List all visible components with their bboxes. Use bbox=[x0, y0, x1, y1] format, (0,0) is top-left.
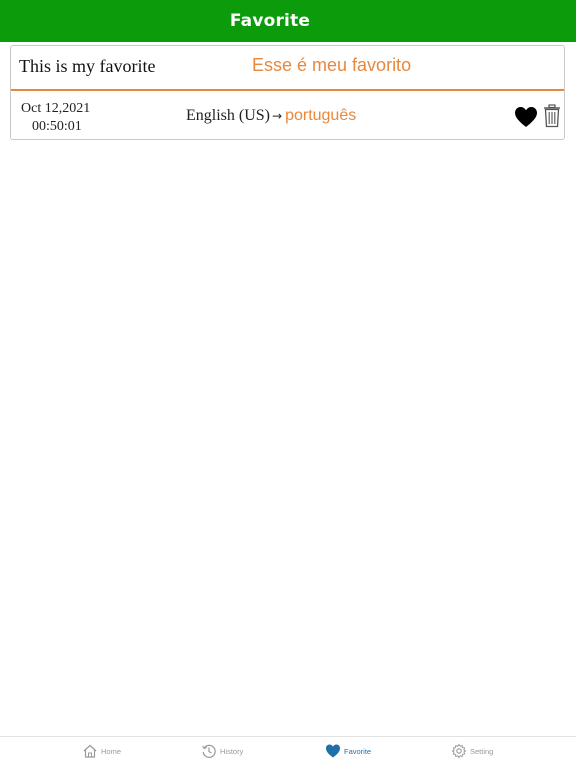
tab-label: Favorite bbox=[344, 746, 372, 756]
trash-icon bbox=[544, 104, 560, 128]
history-icon bbox=[202, 744, 216, 758]
favorite-card[interactable]: This is my favorite Esse é meu favorito … bbox=[10, 45, 565, 140]
translation-row: This is my favorite Esse é meu favorito bbox=[11, 46, 564, 91]
gear-icon bbox=[451, 743, 467, 759]
tab-label: Home bbox=[101, 746, 122, 756]
tab-history[interactable]: History bbox=[201, 743, 243, 759]
tab-label: Setting bbox=[470, 746, 494, 756]
favorite-time: 00:50:01 bbox=[32, 119, 82, 134]
source-language: English (US) bbox=[186, 107, 270, 124]
heart-icon bbox=[326, 744, 340, 758]
page-title: Favorite bbox=[229, 11, 311, 31]
tab-label: History bbox=[220, 746, 244, 756]
tab-favorite[interactable]: Favorite bbox=[325, 743, 371, 759]
favorite-date: Oct 12,2021 bbox=[21, 101, 91, 116]
tab-home[interactable]: Home bbox=[82, 743, 121, 759]
tab-setting[interactable]: Setting bbox=[451, 743, 493, 759]
unfavorite-button[interactable] bbox=[514, 106, 538, 128]
target-language: português bbox=[285, 107, 357, 124]
home-icon bbox=[83, 744, 97, 758]
translated-text: Esse é meu favorito bbox=[252, 55, 412, 75]
arrow-icon: → bbox=[272, 109, 283, 123]
app-header: Favorite bbox=[0, 0, 576, 42]
language-pair: English (US) → português bbox=[186, 107, 356, 125]
tab-bar: Home History Favorite Setting bbox=[0, 736, 576, 769]
source-text: This is my favorite bbox=[19, 56, 156, 76]
heart-icon bbox=[515, 107, 537, 127]
delete-button[interactable] bbox=[543, 104, 561, 128]
